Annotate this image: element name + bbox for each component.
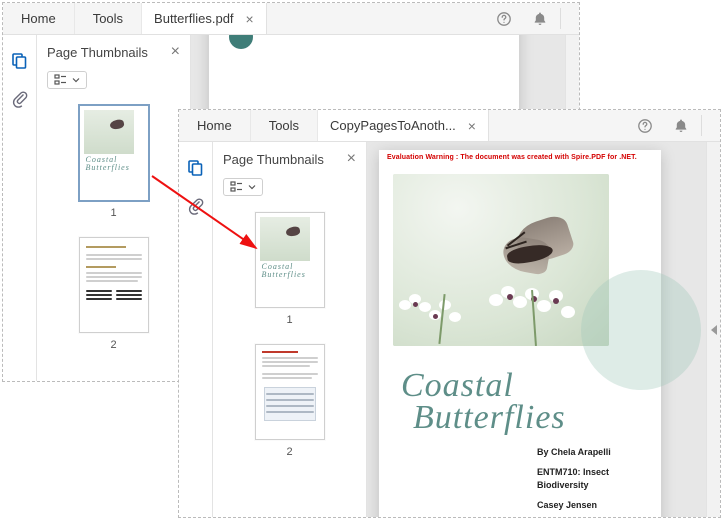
thumb-title-l2: Butterflies xyxy=(262,271,306,279)
thumbnail-1[interactable]: Coastal Butterflies 1 xyxy=(37,105,190,219)
collapse-handle[interactable] xyxy=(706,142,720,517)
help-icon[interactable] xyxy=(486,3,522,34)
home-button[interactable]: Home xyxy=(3,3,75,34)
tab-title: CopyPagesToAnoth... xyxy=(330,118,456,133)
evaluation-warning: Evaluation Warning : The document was cr… xyxy=(387,154,653,161)
close-icon[interactable]: × xyxy=(171,43,180,61)
tools-label: Tools xyxy=(269,118,299,133)
thumbnail-1[interactable]: Coastal Butterflies 1 xyxy=(213,212,366,326)
thumbnails-panel: Page Thumbnails × Coastal Butterflies xyxy=(37,35,191,381)
home-label: Home xyxy=(197,118,232,133)
options-button[interactable] xyxy=(47,71,87,89)
attachments-icon[interactable] xyxy=(10,89,30,109)
bell-icon[interactable] xyxy=(522,3,558,34)
left-rail xyxy=(3,35,37,381)
window-copypages: Home Tools CopyPagesToAnoth... × Page Th… xyxy=(178,109,721,518)
tab-butterflies[interactable]: Butterflies.pdf × xyxy=(142,3,267,34)
thumb-title-l2: Butterflies xyxy=(86,164,130,172)
home-button[interactable]: Home xyxy=(179,110,251,141)
tools-button[interactable]: Tools xyxy=(251,110,318,141)
home-label: Home xyxy=(21,11,56,26)
instructor: Casey Jensen xyxy=(537,499,647,513)
bell-icon[interactable] xyxy=(663,110,699,141)
tab-copypages[interactable]: CopyPagesToAnoth... × xyxy=(318,110,489,141)
page-preview: Evaluation Warning : The document was cr… xyxy=(379,150,661,517)
left-rail xyxy=(179,142,213,517)
thumbnail-2[interactable]: 2 xyxy=(37,237,190,351)
panel-title: Page Thumbnails xyxy=(223,152,324,167)
tab-title: Butterflies.pdf xyxy=(154,11,234,26)
toolbar: Home Tools CopyPagesToAnoth... × xyxy=(179,110,720,142)
close-icon[interactable]: × xyxy=(347,150,356,168)
tools-label: Tools xyxy=(93,11,123,26)
thumbnails-icon[interactable] xyxy=(186,158,206,178)
document-area[interactable]: Evaluation Warning : The document was cr… xyxy=(367,142,706,517)
thumb-number: 2 xyxy=(286,446,292,458)
options-button[interactable] xyxy=(223,178,263,196)
thumbnails-icon[interactable] xyxy=(10,51,30,71)
hero-image xyxy=(393,174,609,346)
close-icon[interactable]: × xyxy=(246,11,254,27)
close-icon[interactable]: × xyxy=(468,118,476,134)
help-icon[interactable] xyxy=(627,110,663,141)
attachments-icon[interactable] xyxy=(186,196,206,216)
byline: By Chela Arapelli xyxy=(537,446,647,460)
course: ENTM710: Insect Biodiversity xyxy=(537,466,647,493)
doc-title-line2: Butterflies xyxy=(413,400,566,436)
toolbar: Home Tools Butterflies.pdf × xyxy=(3,3,579,35)
panel-title: Page Thumbnails xyxy=(47,45,148,60)
thumb-number: 1 xyxy=(110,207,116,219)
tools-button[interactable]: Tools xyxy=(75,3,142,34)
thumbnails-panel: Page Thumbnails × Coastal Butterflies xyxy=(213,142,367,517)
thumbnail-2[interactable]: 2 xyxy=(213,344,366,458)
thumb-number: 2 xyxy=(110,339,116,351)
thumb-number: 1 xyxy=(286,314,292,326)
